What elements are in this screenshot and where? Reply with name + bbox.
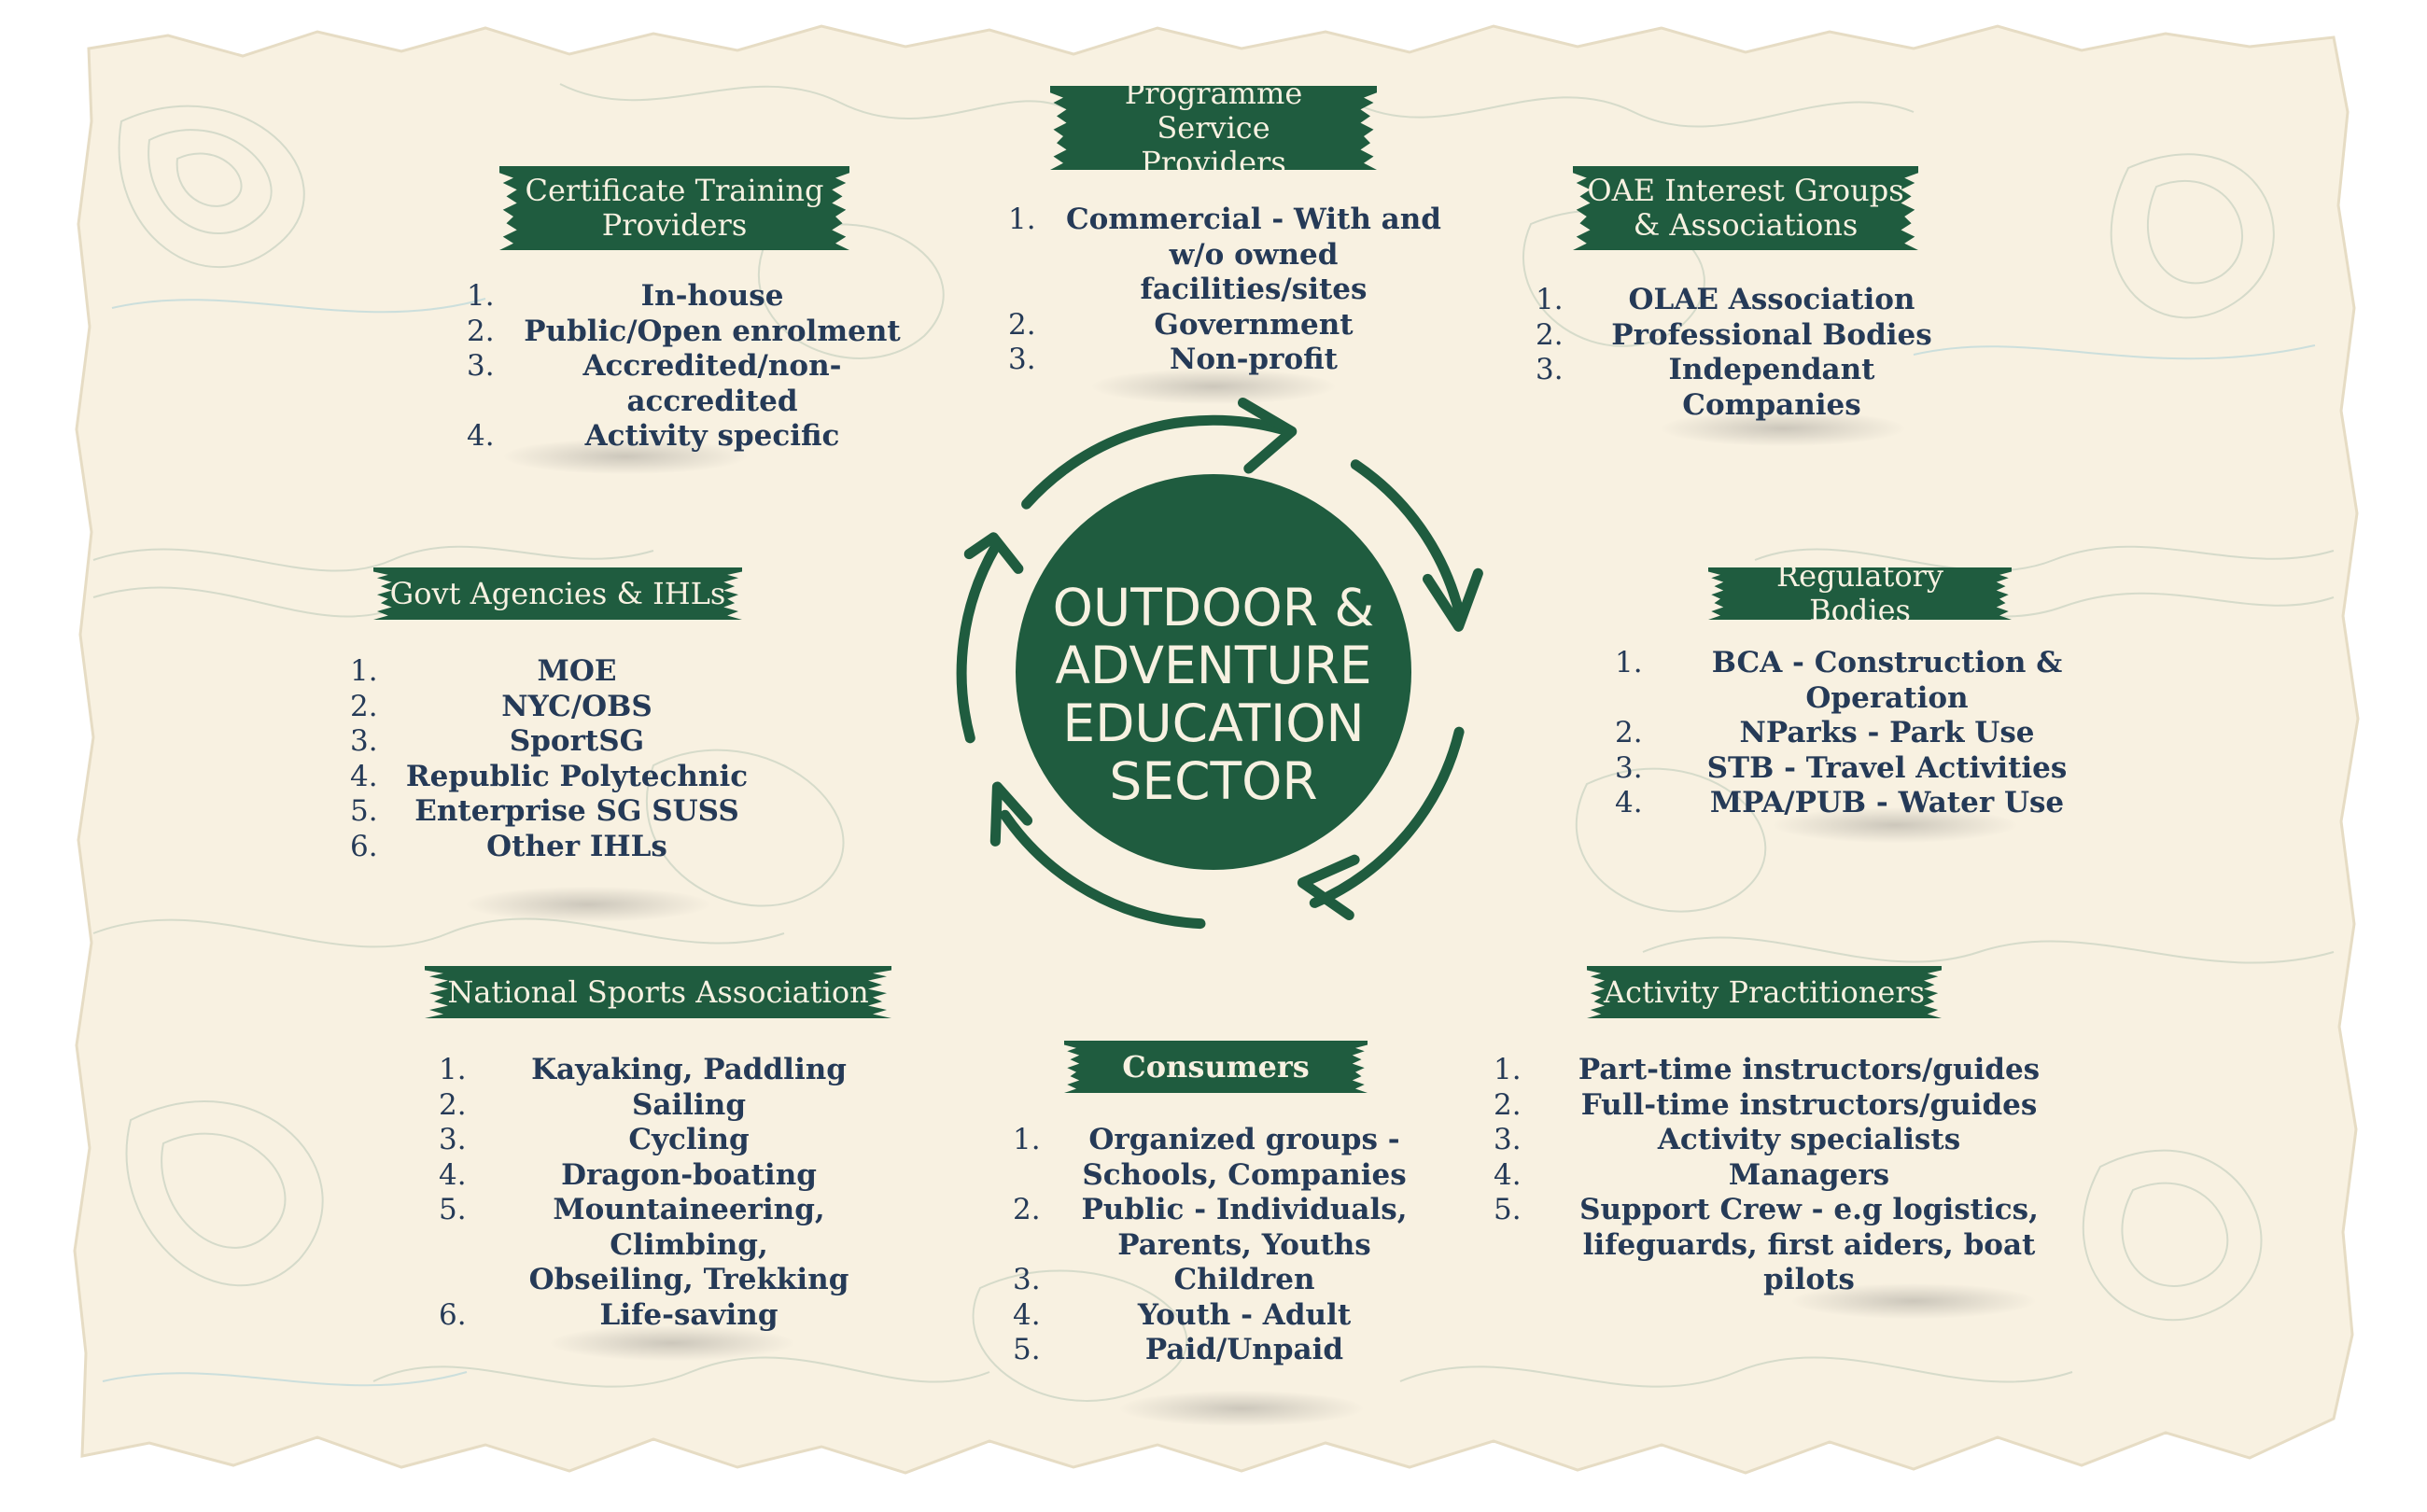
banner-title: Govt Agencies & IHLs <box>389 575 726 611</box>
list-item: 3. SportSG <box>350 724 645 758</box>
list-item: 1. Kayaking, Paddling <box>439 1053 847 1086</box>
arrow-head <box>1238 398 1298 474</box>
banner-title: OAE Interest Groups & Associations <box>1587 173 1904 243</box>
list-item: 3. STB - Travel Activities <box>1615 750 2068 785</box>
banner-title: Regulatory Bodies <box>1776 558 1943 628</box>
list-item: 5. Support Crew - e.g logistics, lifeguar… <box>1494 1193 2039 1296</box>
banner-title: Activity Practitioners <box>1603 973 1926 1010</box>
regulatory-bodies-list: 1. BCA - Construction & Operation 2. NPark… <box>1615 646 2124 821</box>
banner-title: Programme Service Providers <box>1124 75 1303 180</box>
list-item: 6. Life-saving <box>439 1297 779 1332</box>
banner-title: National Sports Association <box>447 973 869 1010</box>
list-shadow <box>467 887 709 922</box>
list-item: 2. Public/Open enrolment <box>467 314 901 348</box>
consumers-list: 1. Organized groups - Schools, Companies … <box>1013 1123 1424 1368</box>
list-item: 4. Dragon-boating <box>439 1157 817 1192</box>
list-item: 2. NYC/OBS <box>350 689 652 723</box>
list-item: 4. MPA/PUB - Water Use <box>1615 786 2065 819</box>
list-item: 4. Managers <box>1494 1157 1890 1192</box>
list-item: 2. Government <box>1008 307 1354 342</box>
list-item: 1. OLAE Association <box>1536 283 1915 316</box>
list-item: 1. In-house <box>467 279 784 313</box>
list-item: 3. Non-profit <box>1008 343 1338 376</box>
banner-consumers: Consumers <box>1064 1041 1368 1093</box>
list-item: 1. Organized groups - Schools, Companies <box>1013 1123 1407 1192</box>
banner-programme-service-providers: Programme Service Providers <box>1050 76 1377 179</box>
list-item: 2. Professional Bodies <box>1536 317 1932 352</box>
programme-service-providers-list: 1. Commercial - With and w/o owned facili… <box>1008 203 1447 378</box>
list-item: 3. Activity specialists <box>1494 1123 1961 1156</box>
list-item: 3. Accredited/non-accredited <box>467 349 842 418</box>
list-shadow <box>1120 1391 1363 1426</box>
list-item: 5. Enterprise SG SUSS <box>350 794 739 828</box>
activity-practitioners-list: 1. Part-time instructors/guides 2. Full-ti… <box>1494 1053 2072 1298</box>
list-item: 4. Youth - Adult <box>1013 1297 1352 1332</box>
list-item: 1. Commercial - With and w/o owned facili… <box>1008 203 1441 306</box>
list-item: 6. Other IHLs <box>350 829 667 863</box>
banner-oae-interest-groups: OAE Interest Groups & Associations <box>1573 166 1918 250</box>
diagram: { "colors": { "paper": "#f8f1e1", "banne… <box>0 0 2427 1512</box>
list-item: 2. Full-time instructors/guides <box>1494 1087 2038 1122</box>
banner-activity-practitioners: Activity Practitioners <box>1587 966 1942 1018</box>
list-item: 1. BCA - Construction & Operation <box>1615 646 2063 715</box>
list-item: 3. Independant Companies <box>1536 353 1875 422</box>
cycle-arrow <box>956 542 1001 744</box>
banner-govt-agencies: Govt Agencies & IHLs <box>373 567 742 620</box>
banner-title: Certificate Training Providers <box>525 173 824 243</box>
list-item: 2. Public - Individuals, Parents, Youths <box>1013 1193 1408 1262</box>
list-item: 4. Activity specific <box>467 419 840 453</box>
list-item: 5. Mountaineering, Climbing, Obseiling, T… <box>439 1193 849 1296</box>
list-item: 1. Part-time instructors/guides <box>1494 1053 2041 1086</box>
list-item: 2. NParks - Park Use <box>1615 716 2035 749</box>
govt-agencies-list: 1. MOE 2. NYC/OBS 3. SportSG 4. Republic Pol… <box>350 654 751 864</box>
list-item: 1. MOE <box>350 654 617 688</box>
oae-interest-groups-list: 1. OLAE Association 2. Professional Bodies… <box>1536 283 1956 423</box>
hub-title: OUTDOOR & ADVENTURE EDUCATION SECTOR <box>1052 578 1375 811</box>
banner-certificate-training-providers: Certificate Training Providers <box>499 166 849 250</box>
banner-regulatory-bodies: Regulatory Bodies <box>1708 559 2012 628</box>
certificate-training-providers-list: 1. In-house 2. Public/Open enrolment 3. Acc… <box>467 279 905 455</box>
list-item: 3. Children <box>1013 1263 1315 1296</box>
list-item: 2. Sailing <box>439 1087 747 1122</box>
national-sports-association-list: 1. Kayaking, Paddling 2. Sailing 3. Cycling… <box>439 1053 887 1333</box>
banner-title: Consumers <box>1122 1048 1310 1085</box>
list-item: 4. Republic Polytechnic <box>350 759 749 793</box>
banner-national-sports-association: National Sports Association <box>425 966 891 1018</box>
list-item: 5. Paid/Unpaid <box>1013 1333 1344 1366</box>
list-item: 3. Cycling <box>439 1123 750 1156</box>
